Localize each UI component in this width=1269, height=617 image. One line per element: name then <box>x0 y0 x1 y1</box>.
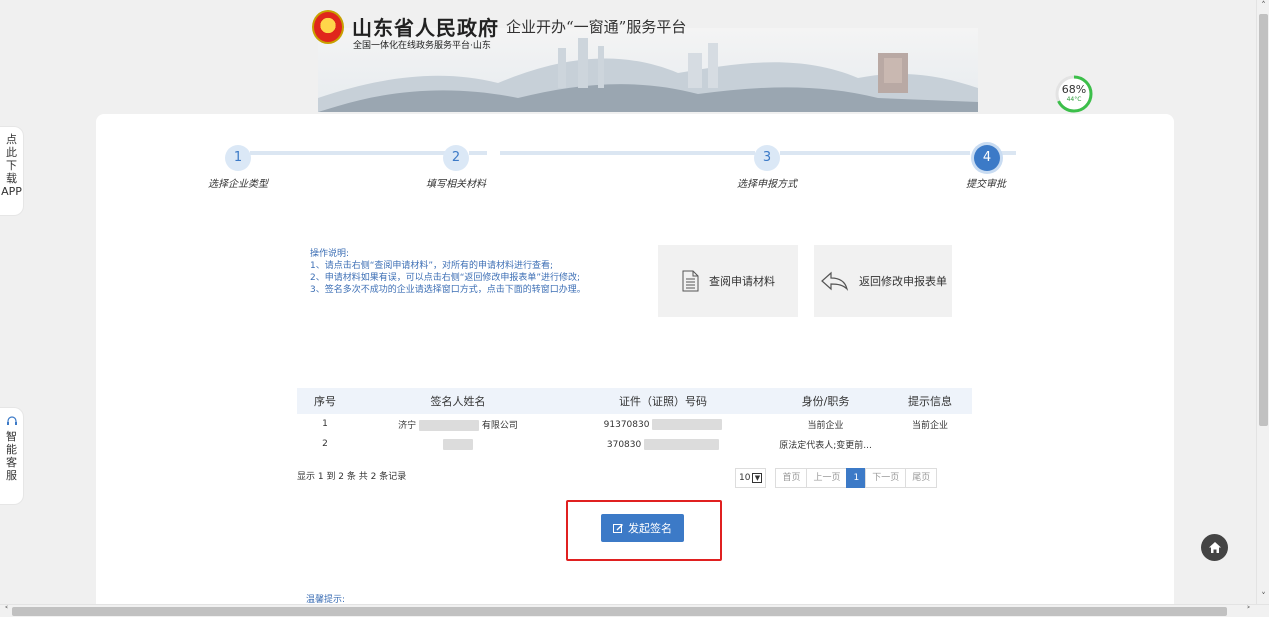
horizontal-scroll-thumb[interactable] <box>12 607 1227 616</box>
view-materials-label: 查阅申请材料 <box>709 275 775 288</box>
step-3-label: 选择申报方式 <box>737 179 797 190</box>
start-sign-button[interactable]: 发起签名 <box>601 514 684 542</box>
pagination: 10 ▼ 首页 上一页 1 下一页 尾页 <box>735 468 938 488</box>
signers-table: 序号 签名人姓名 证件（证照）号码 身份/职务 提示信息 1 济宁 有限公司 9… <box>297 388 972 454</box>
step-4-circle: 4 <box>974 145 1000 171</box>
chevron-down-icon: ▼ <box>752 472 763 483</box>
back-modify-button[interactable]: 返回修改申报表单 <box>814 245 952 317</box>
download-tab-char: APP <box>1 185 22 198</box>
smart-service-tab[interactable]: 智 能 客 服 <box>0 407 24 505</box>
home-button[interactable] <box>1201 534 1228 561</box>
cell-id: 91370830 <box>563 414 763 434</box>
return-arrow-icon <box>821 271 849 291</box>
current-page-button[interactable]: 1 <box>846 468 867 488</box>
step-4-label: 提交审批 <box>966 179 1006 190</box>
cell-role: 当前企业 <box>807 420 844 431</box>
gauge-temperature: 44°C <box>1066 96 1082 103</box>
table-header-row: 序号 签名人姓名 证件（证照）号码 身份/职务 提示信息 <box>297 388 972 414</box>
cell-tip <box>888 434 972 454</box>
table-row: 2 370830 原法定代表人;变更前... <box>297 434 972 454</box>
prev-page-button[interactable]: 上一页 <box>806 468 848 488</box>
site-header: 山东省人民政府 全国一体化在线政务服务平台·山东 企业开办“一窗通”服务平台 <box>300 0 1000 112</box>
progress-track <box>500 151 755 155</box>
scroll-down-icon[interactable]: ˅ <box>1257 591 1269 604</box>
service-tab-char: 智 <box>6 430 17 443</box>
step-3-circle: 3 <box>754 145 780 171</box>
step-1-circle: 1 <box>225 145 251 171</box>
id-prefix: 91370830 <box>603 419 650 430</box>
horizontal-scrollbar[interactable]: ˂ ˃ <box>0 604 1269 617</box>
last-page-button[interactable]: 尾页 <box>905 468 938 488</box>
edit-icon <box>613 523 623 533</box>
vertical-scroll-thumb[interactable] <box>1259 14 1268 426</box>
download-tab-char: 此 <box>6 146 17 159</box>
step-1-label: 选择企业类型 <box>208 179 268 190</box>
name-suffix: 有限公司 <box>481 420 518 431</box>
step-2-circle: 2 <box>443 145 469 171</box>
platform-title: 企业开办“一窗通”服务平台 <box>506 18 687 36</box>
download-tab-char: 点 <box>6 133 17 146</box>
redacted-block <box>652 418 723 430</box>
gov-name: 山东省人民政府 <box>352 16 499 40</box>
cell-id: 370830 <box>563 434 763 454</box>
download-app-tab[interactable]: 点 此 下 载 APP <box>0 126 24 216</box>
col-header-tip: 提示信息 <box>888 388 972 414</box>
download-tab-char: 载 <box>6 172 17 185</box>
first-page-button[interactable]: 首页 <box>775 468 808 488</box>
id-prefix: 370830 <box>606 439 642 450</box>
view-materials-button[interactable]: 查阅申请材料 <box>658 245 798 317</box>
next-page-button[interactable]: 下一页 <box>865 468 907 488</box>
cell-name <box>353 434 563 454</box>
service-tab-char: 客 <box>6 456 17 469</box>
instruction-line: 1、请点击右侧“查阅申请材料”，对所有的申请材料进行查看; <box>310 261 554 271</box>
vertical-scrollbar[interactable]: ˄ ˅ <box>1256 0 1269 604</box>
redacted-block <box>644 438 720 450</box>
instructions-title: 操作说明: <box>310 249 350 259</box>
cell-role: 原法定代表人;变更前... <box>779 440 872 451</box>
cell-no: 2 <box>322 439 328 449</box>
instruction-line: 2、申请材料如果有误，可以点击右侧“返回修改申报表单”进行修改; <box>310 273 581 283</box>
document-icon <box>682 270 699 292</box>
progress-track <box>1000 151 1016 155</box>
page-size-select[interactable]: 10 ▼ <box>735 468 767 488</box>
col-header-name: 签名人姓名 <box>353 388 563 414</box>
download-tab-char: 下 <box>6 159 17 172</box>
gov-subtitle: 全国一体化在线政务服务平台·山东 <box>353 41 491 51</box>
national-emblem-icon <box>312 10 344 44</box>
records-summary: 显示 1 到 2 条 共 2 条记录 <box>297 472 407 482</box>
operation-instructions: 操作说明: 1、请点击右侧“查阅申请材料”，对所有的申请材料进行查看; 2、申请… <box>310 248 650 296</box>
page-size-value: 10 <box>739 473 751 483</box>
back-modify-label: 返回修改申报表单 <box>859 275 947 288</box>
step-2-label: 填写相关材料 <box>426 179 486 190</box>
instruction-line: 3、签名多次不成功的企业请选择窗口方式，点击下面的转窗口办理。 <box>310 285 586 295</box>
redacted-block <box>419 419 479 431</box>
service-tab-char: 服 <box>6 469 17 482</box>
progress-track <box>469 151 487 155</box>
start-sign-label: 发起签名 <box>628 522 672 535</box>
cell-name: 济宁 有限公司 <box>353 414 563 434</box>
cell-tip: 当前企业 <box>911 420 948 431</box>
performance-gauge[interactable]: 68% 44°C <box>1054 74 1094 114</box>
scroll-right-icon[interactable]: ˃ <box>1242 605 1255 617</box>
headset-icon <box>6 416 17 425</box>
col-header-id: 证件（证照）号码 <box>563 388 763 414</box>
service-tab-char: 能 <box>6 443 17 456</box>
home-icon <box>1208 542 1221 553</box>
progress-track <box>780 151 970 155</box>
gauge-percent: 68% <box>1061 83 1087 96</box>
name-prefix: 济宁 <box>398 420 417 431</box>
redacted-block <box>443 438 473 450</box>
scroll-up-icon[interactable]: ˄ <box>1257 0 1269 13</box>
col-header-role: 身份/职务 <box>763 388 888 414</box>
col-header-no: 序号 <box>297 388 353 414</box>
progress-track <box>250 151 445 155</box>
table-row: 1 济宁 有限公司 91370830 当前企业 当前企业 <box>297 414 972 434</box>
cell-no: 1 <box>322 419 328 429</box>
